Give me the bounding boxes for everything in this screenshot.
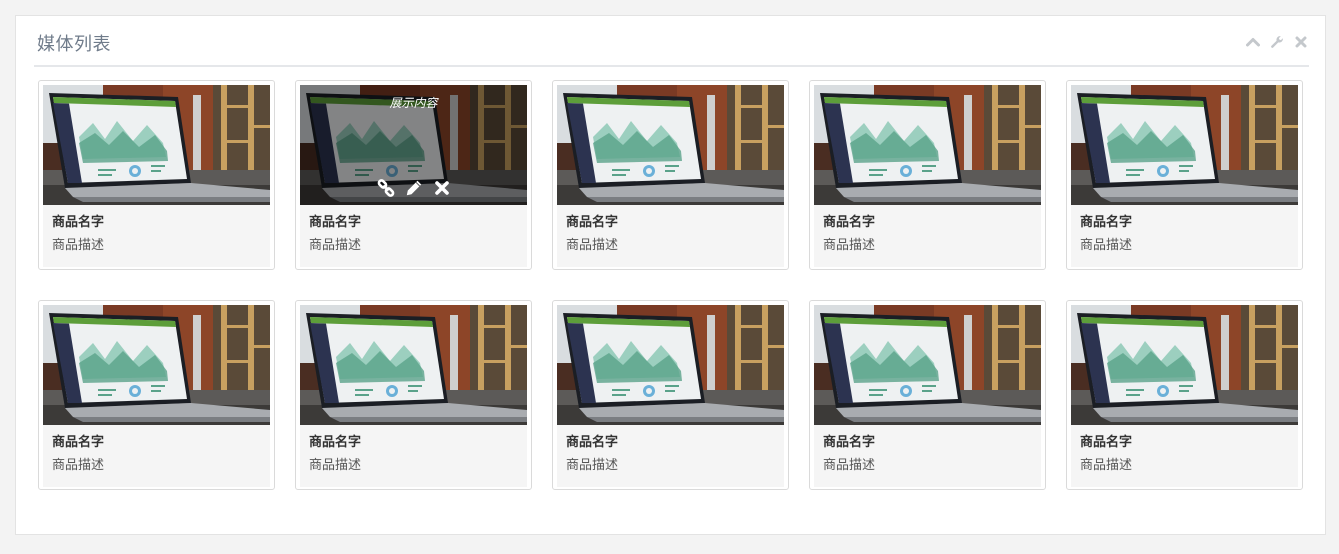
laptop-image: 展示内容 bbox=[300, 85, 527, 205]
card-desc: 商品描述 bbox=[1080, 458, 1133, 473]
media-card[interactable]: 商品名字 商品描述 bbox=[295, 300, 532, 490]
card-name: 商品名字 bbox=[1080, 435, 1133, 450]
media-card[interactable]: 展示内容 商品名字商品描述 bbox=[295, 80, 532, 270]
close-icon[interactable] bbox=[1293, 34, 1309, 50]
laptop-image bbox=[1071, 305, 1298, 425]
media-card[interactable]: 商品名字 商品描述 bbox=[809, 80, 1046, 270]
hover-overlay: 展示内容 bbox=[300, 85, 527, 205]
card-desc: 商品描述 bbox=[823, 458, 876, 473]
laptop-image bbox=[43, 305, 270, 425]
card-name: 商品名字 bbox=[52, 215, 105, 230]
card-name: 商品名字 bbox=[566, 435, 619, 450]
card-desc: 商品描述 bbox=[566, 458, 619, 473]
laptop-image bbox=[43, 85, 270, 205]
close-icon[interactable] bbox=[433, 179, 451, 197]
card-name: 商品名字 bbox=[309, 435, 362, 450]
chevron-up-icon[interactable] bbox=[1245, 34, 1261, 50]
card-name: 商品名字 bbox=[1080, 215, 1133, 230]
laptop-image bbox=[814, 305, 1041, 425]
media-card[interactable]: 商品名字 商品描述 bbox=[38, 300, 275, 490]
card-name: 商品名字 bbox=[52, 435, 105, 450]
laptop-image bbox=[1071, 85, 1298, 205]
pencil-icon[interactable] bbox=[405, 179, 423, 197]
media-card[interactable]: 商品名字 商品描述 bbox=[552, 80, 789, 270]
card-desc: 商品描述 bbox=[1080, 238, 1133, 253]
card-desc: 商品描述 bbox=[309, 238, 362, 253]
card-desc: 商品描述 bbox=[566, 238, 619, 253]
laptop-image bbox=[557, 305, 784, 425]
laptop-image bbox=[814, 85, 1041, 205]
laptop-image bbox=[300, 305, 527, 425]
media-card[interactable]: 商品名字 商品描述 bbox=[809, 300, 1046, 490]
card-name: 商品名字 bbox=[823, 435, 876, 450]
card-desc: 商品描述 bbox=[52, 238, 105, 253]
card-name: 商品名字 bbox=[309, 215, 362, 230]
media-card[interactable]: 商品名字 商品描述 bbox=[1066, 80, 1303, 270]
media-grid: 商品名字 商品描述 展示内容 商品名字 商品描述 商品名字 商品描述 商品名字 … bbox=[38, 80, 1303, 490]
card-name: 商品名字 bbox=[566, 215, 619, 230]
overlay-text: 展示内容 bbox=[389, 96, 438, 110]
panel-title: 媒体列表 bbox=[37, 34, 111, 55]
panel-tools bbox=[1245, 34, 1309, 50]
media-card[interactable]: 商品名字 商品描述 bbox=[1066, 300, 1303, 490]
card-name: 商品名字 bbox=[823, 215, 876, 230]
card-desc: 商品描述 bbox=[52, 458, 105, 473]
card-desc: 商品描述 bbox=[309, 458, 362, 473]
media-card[interactable]: 商品名字 商品描述 bbox=[552, 300, 789, 490]
media-card[interactable]: 商品名字 商品描述 bbox=[38, 80, 275, 270]
media-list-panel: 媒体列表 商品名字 商品描述 展示内容 商品名字 商品描述 商品名字 商品描述 … bbox=[15, 15, 1326, 535]
card-desc: 商品描述 bbox=[823, 238, 876, 253]
overlay-actions bbox=[300, 179, 527, 197]
laptop-image bbox=[557, 85, 784, 205]
link-icon[interactable] bbox=[377, 179, 395, 197]
panel-header: 媒体列表 bbox=[34, 16, 1309, 67]
wrench-icon[interactable] bbox=[1269, 34, 1285, 50]
